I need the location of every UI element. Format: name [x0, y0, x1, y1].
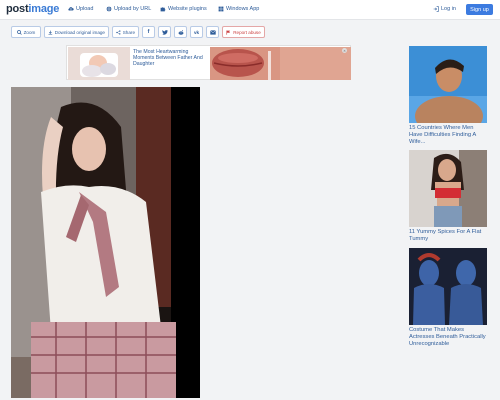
ad-baby-image: [68, 47, 130, 80]
share-label: Share: [122, 29, 135, 35]
nav-website-plugins[interactable]: Website plugins: [160, 6, 207, 12]
sidebar-caption-1[interactable]: 15 Countries Where Men Have Difficulties…: [409, 125, 488, 146]
main-photo[interactable]: [11, 87, 200, 398]
nav-upload-by-url[interactable]: Upload by URL: [106, 6, 151, 12]
nav-windows-app[interactable]: Windows App: [218, 6, 259, 12]
reddit-icon: [178, 29, 183, 35]
report-abuse-button[interactable]: Report abuse: [222, 26, 265, 38]
share-reddit-button[interactable]: [174, 26, 187, 38]
vk-icon: vk: [193, 29, 200, 35]
login-label: Log in: [441, 6, 456, 12]
share-twitter-button[interactable]: [158, 26, 171, 38]
facebook-icon: f: [147, 29, 150, 35]
nav-upload[interactable]: Upload: [68, 6, 93, 12]
share-vk-button[interactable]: vk: [190, 26, 203, 38]
share-facebook-button[interactable]: f: [142, 26, 155, 38]
zoom-button[interactable]: Zoom: [11, 26, 41, 38]
site-logo[interactable]: postimage: [6, 3, 59, 15]
image-toolbar: Zoom Download original image Share f vk …: [11, 26, 265, 38]
download-label: Download original image: [54, 29, 105, 35]
ad-lips-image: [210, 47, 351, 80]
nav-website-plugins-label: Website plugins: [168, 6, 207, 12]
share-button[interactable]: Share: [112, 26, 139, 38]
sidebar-caption-3[interactable]: Costume That Makes Actresses Beneath Pra…: [409, 327, 488, 348]
nav-upload-label: Upload: [76, 6, 94, 12]
ad-close-icon[interactable]: ×: [342, 48, 347, 53]
sidebar-item-2[interactable]: 11 Yummy Spices For A Flat Tummy: [409, 150, 488, 243]
download-original-button[interactable]: Download original image: [44, 26, 109, 38]
zoom-label: Zoom: [23, 29, 36, 35]
envelope-icon: [209, 29, 216, 35]
sidebar-thumb-1[interactable]: [409, 46, 487, 123]
nav-upload-by-url-label: Upload by URL: [114, 6, 152, 12]
puzzle-icon: [160, 7, 166, 12]
login-icon: [433, 6, 439, 12]
sidebar-item-3[interactable]: Costume That Makes Actresses Beneath Pra…: [409, 248, 488, 348]
search-icon: [16, 29, 22, 35]
login-link[interactable]: Log in: [433, 6, 456, 12]
signup-button[interactable]: Sign up: [466, 4, 493, 15]
top-navbar: postimage Upload Upload by URL Website p…: [0, 0, 500, 20]
cloud-upload-icon: [68, 7, 74, 11]
globe-icon: [106, 6, 112, 12]
download-icon: [48, 30, 53, 35]
share-email-button[interactable]: [206, 26, 219, 38]
twitter-icon: [161, 29, 168, 35]
report-abuse-label: Report abuse: [233, 29, 261, 35]
ad-banner[interactable]: The Most Heartwarming Moments Between Fa…: [66, 45, 351, 80]
sidebar-thumb-2[interactable]: [409, 150, 487, 227]
sidebar-thumb-3[interactable]: [409, 248, 487, 325]
share-icon: [116, 29, 121, 35]
windows-icon: [218, 6, 224, 12]
ad-headline[interactable]: The Most Heartwarming Moments Between Fa…: [133, 49, 208, 67]
sidebar-item-1[interactable]: 15 Countries Where Men Have Difficulties…: [409, 46, 488, 146]
nav-windows-app-label: Windows App: [226, 6, 260, 12]
flag-icon: [226, 30, 231, 35]
sidebar-caption-2[interactable]: 11 Yummy Spices For A Flat Tummy: [409, 229, 488, 243]
